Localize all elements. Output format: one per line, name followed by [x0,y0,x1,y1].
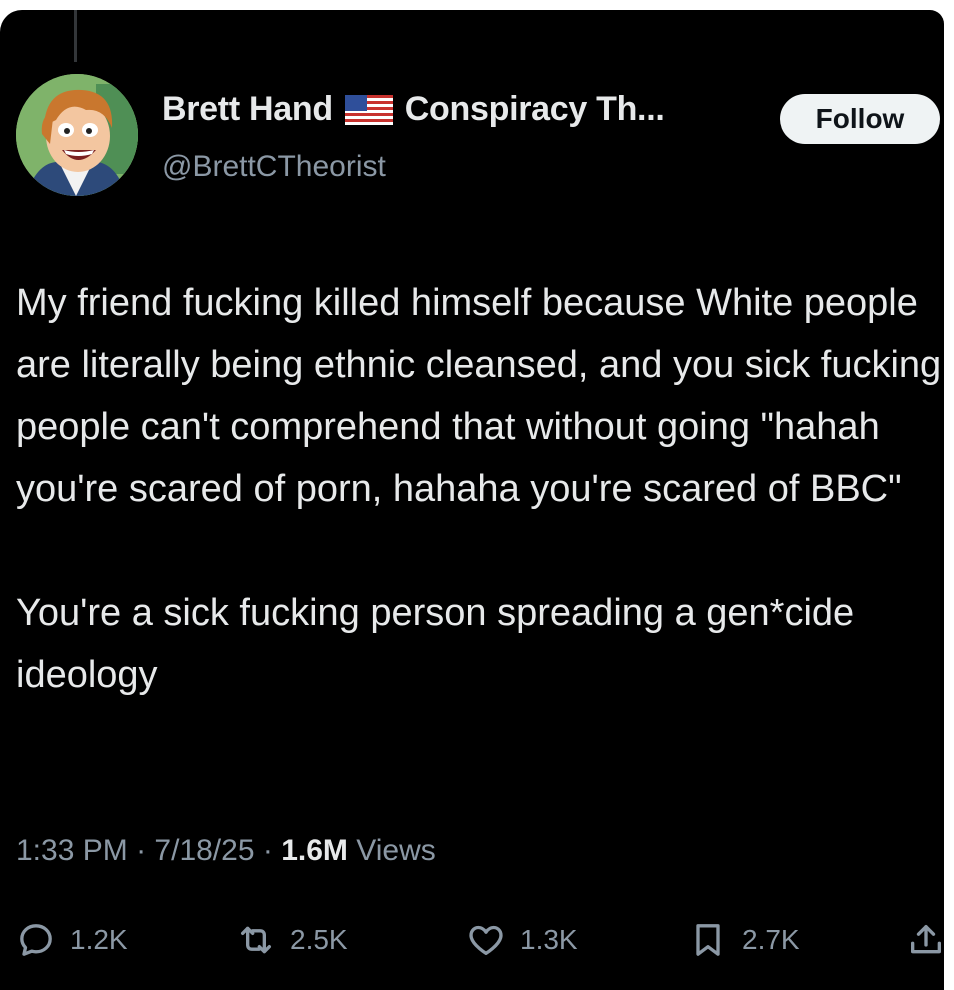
like-count: 1.3K [520,924,578,955]
tweet-text: My friend fucking killed himself because… [16,272,944,706]
user-handle[interactable]: @BrettCTheorist [162,150,386,184]
repost-button[interactable]: 2.5K [236,920,348,960]
bookmark-count: 2.7K [742,924,800,955]
tweet-date[interactable]: 7/18/25 [154,834,254,867]
heart-icon [469,925,503,955]
avatar[interactable] [16,74,138,196]
thread-connector-line [74,10,77,62]
reply-count: 1.2K [70,924,128,955]
like-button[interactable]: 1.3K [466,920,578,960]
reply-button[interactable]: 1.2K [16,920,128,960]
tweet-paragraph: You're a sick fucking person spreading a… [16,592,855,696]
follow-button[interactable]: Follow [780,94,940,144]
action-bar: 1.2K 2.5K 1.3K 2.7K [0,920,944,970]
separator: · [262,834,273,867]
tweet-time[interactable]: 1:33 PM [16,834,128,867]
views-count: 1.6M [281,834,348,867]
cartoon-avatar-image [16,74,138,196]
views-label: Views [356,834,436,867]
tweet-card: Brett Hand Conspiracy Th... @BrettCTheor… [0,10,944,990]
separator: · [136,834,147,867]
tweet-metadata: 1:33 PM · 7/18/25 · 1.6M Views [16,834,436,868]
reply-icon [20,924,52,956]
us-flag-icon [344,94,393,125]
tweet-paragraph: My friend fucking killed himself because… [16,282,942,510]
share-icon [911,925,941,954]
repost-icon [241,926,271,954]
author-name-row[interactable]: Brett Hand Conspiracy Th... [162,90,665,129]
display-name[interactable]: Brett Hand [162,90,333,129]
bookmark-icon [696,924,720,956]
display-name-suffix[interactable]: Conspiracy Th... [405,90,665,129]
bookmark-button[interactable]: 2.7K [688,920,800,960]
repost-count: 2.5K [290,924,348,955]
share-button[interactable] [906,920,944,960]
